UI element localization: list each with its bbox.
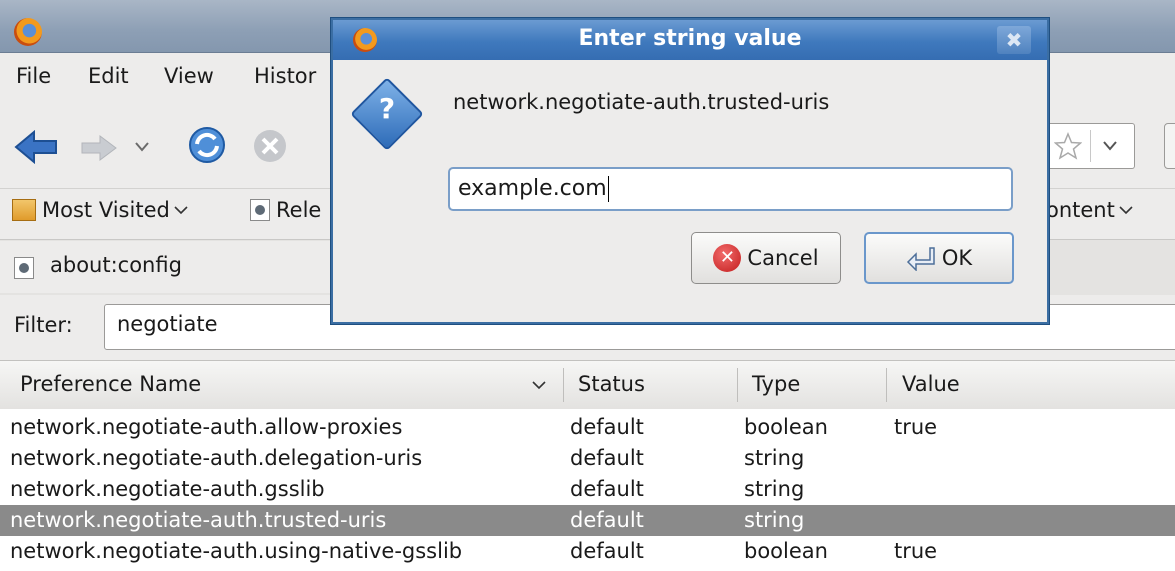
dialog-message: network.negotiate-auth.trusted-uris <box>453 90 830 114</box>
table-row[interactable]: network.negotiate-auth.gsslib default st… <box>0 474 1175 505</box>
column-separator[interactable] <box>563 368 564 402</box>
page-icon <box>14 257 34 279</box>
pref-value: true <box>894 415 938 439</box>
bookmark-content[interactable]: ontent <box>1046 198 1133 222</box>
text-caret <box>607 176 609 202</box>
cancel-icon: ✕ <box>713 244 742 272</box>
bookmark-release[interactable]: Rele <box>250 198 321 222</box>
ok-icon <box>906 247 935 271</box>
table-row[interactable]: network.negotiate-auth.delegation-uris d… <box>0 443 1175 474</box>
table-row-selected[interactable]: network.negotiate-auth.trusted-uris defa… <box>0 505 1175 536</box>
page-icon <box>250 199 270 221</box>
string-value-input[interactable]: example.com <box>448 167 1013 211</box>
pref-status: default <box>570 508 644 532</box>
menu-history[interactable]: Histor <box>254 64 316 88</box>
preferences-list: network.negotiate-auth.allow-proxies def… <box>0 409 1175 571</box>
enter-string-dialog: Enter string value ✖ ? network.negotiate… <box>331 18 1049 324</box>
ok-button[interactable]: OK <box>864 232 1014 284</box>
url-dropdown-icon[interactable] <box>1102 140 1118 152</box>
column-header-value[interactable]: Value <box>902 372 960 396</box>
pref-name: network.negotiate-auth.using-native-gssl… <box>10 539 463 563</box>
column-header-preference-name[interactable]: Preference Name <box>20 372 201 396</box>
table-row[interactable]: network.negotiate-auth.allow-proxies def… <box>0 412 1175 443</box>
bookmark-content-label: ontent <box>1046 198 1115 222</box>
column-separator[interactable] <box>886 368 887 402</box>
question-mark-glyph: ? <box>378 92 396 125</box>
table-row[interactable]: network.negotiate-auth.using-native-gssl… <box>0 536 1175 567</box>
column-separator[interactable] <box>737 368 738 402</box>
column-header-status[interactable]: Status <box>578 372 645 396</box>
column-header-type[interactable]: Type <box>752 372 800 396</box>
pref-type: string <box>744 477 805 501</box>
tab-label: about:config <box>50 253 182 277</box>
firefox-icon <box>14 18 42 46</box>
pref-type: string <box>744 446 805 470</box>
chevron-down-icon <box>174 206 188 215</box>
bookmark-most-visited[interactable]: Most Visited <box>12 198 188 222</box>
menu-file[interactable]: File <box>16 64 51 88</box>
stop-icon[interactable] <box>252 128 288 164</box>
bookmark-release-label: Rele <box>276 198 322 222</box>
history-dropdown-icon[interactable] <box>134 140 150 154</box>
back-icon[interactable] <box>14 130 58 164</box>
cancel-button-label: Cancel <box>747 246 819 270</box>
ok-button-label: OK <box>941 246 973 270</box>
tab-about-config[interactable]: about:config <box>0 241 341 293</box>
bookmark-most-visited-label: Most Visited <box>42 198 170 222</box>
dialog-close-icon[interactable]: ✖ <box>997 26 1031 54</box>
pref-status: default <box>570 477 644 501</box>
filter-label: Filter: <box>14 313 73 337</box>
pref-status: default <box>570 539 644 563</box>
star-icon[interactable] <box>1054 132 1082 160</box>
pref-name: network.negotiate-auth.delegation-uris <box>10 446 423 470</box>
forward-icon[interactable] <box>80 134 118 162</box>
pref-status: default <box>570 415 644 439</box>
pref-name: network.negotiate-auth.trusted-uris <box>10 508 387 532</box>
chevron-down-icon <box>1119 206 1133 215</box>
filter-value: negotiate <box>117 312 218 336</box>
pref-type: boolean <box>744 539 828 563</box>
cancel-button[interactable]: ✕ Cancel <box>691 232 841 284</box>
folder-icon <box>12 199 36 221</box>
dialog-titlebar: Enter string value ✖ <box>333 20 1047 60</box>
dialog-title: Enter string value <box>578 26 802 51</box>
pref-name: network.negotiate-auth.gsslib <box>10 477 325 501</box>
pref-type: string <box>744 508 805 532</box>
menu-edit[interactable]: Edit <box>88 64 129 88</box>
pref-status: default <box>570 446 644 470</box>
sort-chevron-icon[interactable] <box>532 380 546 390</box>
pref-name: network.negotiate-auth.allow-proxies <box>10 415 403 439</box>
pref-value: true <box>894 539 938 563</box>
pref-type: boolean <box>744 415 828 439</box>
reload-icon[interactable] <box>186 124 228 166</box>
menu-view[interactable]: View <box>164 64 214 88</box>
search-bar-edge[interactable] <box>1164 123 1175 169</box>
string-value-text: example.com <box>458 176 607 201</box>
